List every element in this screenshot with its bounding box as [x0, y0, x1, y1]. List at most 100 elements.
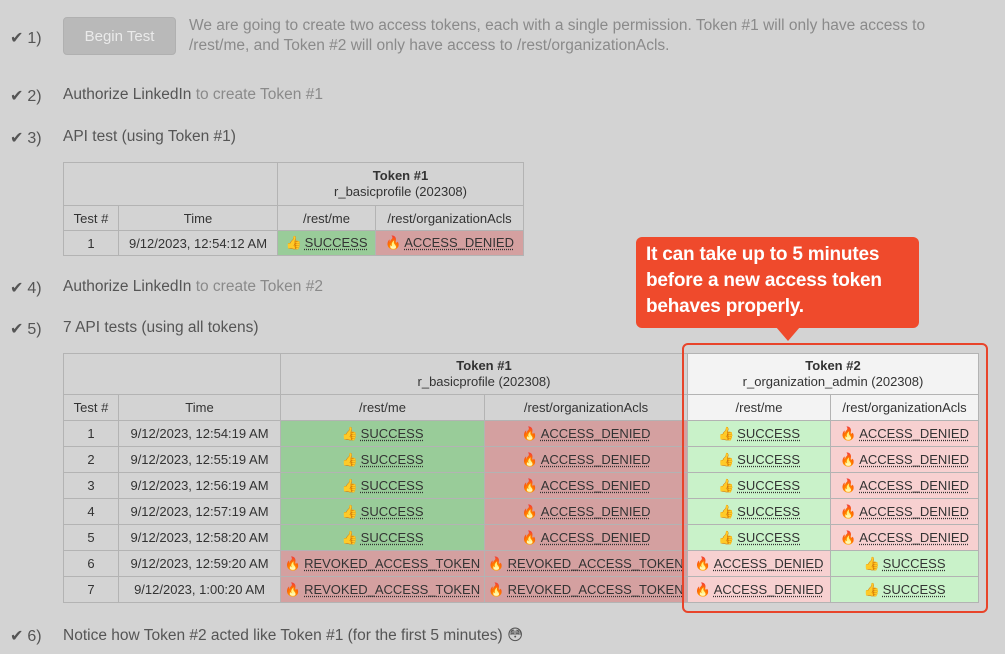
test-num-header: Test # — [63, 205, 119, 231]
status-text: ACCESS_DENIED — [859, 529, 969, 545]
authorize-linkedin-link[interactable]: Authorize LinkedIn — [63, 278, 191, 295]
test-time: 9/12/2023, 12:55:19 AM — [118, 446, 281, 473]
endpoint-acls-header: /rest/organizationAcls — [375, 205, 524, 231]
fire-icon: 🔥 — [840, 451, 857, 467]
time-header: Time — [118, 205, 278, 231]
status-text: SUCCESS — [360, 477, 424, 493]
status-cell: 🔥 ACCESS_DENIED — [484, 472, 688, 499]
table-row: 6 9/12/2023, 12:59:20 AM 🔥 REVOKED_ACCESS_T… — [63, 550, 979, 577]
thumbs-up-icon: 👍 — [717, 503, 735, 519]
thumbs-up-icon: 👍 — [285, 235, 302, 250]
status-text: SUCCESS — [737, 529, 801, 545]
status-text: SUCCESS — [882, 581, 946, 597]
fire-icon: 🔥 — [521, 503, 538, 519]
step-title: Notice how Token #2 acted like Token #1 … — [63, 627, 524, 644]
status-cell: 👍 SUCCESS — [687, 472, 831, 499]
status-cell: 🔥 ACCESS_DENIED — [830, 420, 979, 447]
status-text: SUCCESS — [737, 477, 801, 493]
checkmark-icon: ✔ — [10, 130, 24, 147]
status-cell: 🔥 ACCESS_DENIED — [830, 498, 979, 525]
test-time: 9/12/2023, 1:00:20 AM — [118, 576, 281, 603]
fire-icon: 🔥 — [488, 555, 505, 571]
status-text: ACCESS_DENIED — [404, 235, 514, 250]
status-text: ACCESS_DENIED — [713, 581, 824, 597]
status-text: ACCESS_DENIED — [859, 503, 969, 519]
thumbs-up-icon: 👍 — [341, 451, 358, 467]
table-row: 4 9/12/2023, 12:57:19 AM 👍 SUCCESS 🔥 ACCESS_D… — [63, 498, 979, 525]
test-number: 1 — [63, 420, 119, 447]
status-text: ACCESS_DENIED — [859, 477, 969, 493]
status-text: SUCCESS — [737, 503, 801, 519]
table-row: 2 9/12/2023, 12:55:19 AM 👍 SUCCESS 🔥 ACCESS_D… — [63, 446, 979, 473]
step-number: ✔ 6) — [10, 628, 42, 645]
endpoint-acls-header: /rest/organizationAcls — [484, 394, 688, 421]
status-cell: 👍 SUCCESS — [280, 420, 485, 447]
status-cell: 🔥 ACCESS_DENIED — [830, 524, 979, 551]
time-header: Time — [118, 394, 281, 421]
fire-icon: 🔥 — [840, 477, 857, 493]
status-text: ACCESS_DENIED — [540, 503, 651, 519]
test-time: 9/12/2023, 12:56:19 AM — [118, 472, 281, 499]
table-row: 7 9/12/2023, 1:00:20 AM 🔥 REVOKED_ACCESS_TO… — [63, 576, 979, 603]
status-text: SUCCESS — [360, 451, 424, 467]
step-title: API test (using Token #1) — [63, 128, 236, 145]
status-cell: 👍 SUCCESS — [280, 446, 485, 473]
authorize-linkedin-link[interactable]: Authorize LinkedIn — [63, 86, 191, 103]
status-cell: 🔥 ACCESS_DENIED — [830, 472, 979, 499]
table-row: 5 9/12/2023, 12:58:20 AM 👍 SUCCESS 🔥 ACCESS_D… — [63, 524, 979, 551]
fire-icon: 🔥 — [488, 581, 505, 597]
fire-icon: 🔥 — [840, 529, 857, 545]
status-text: ACCESS_DENIED — [540, 451, 651, 467]
callout-pointer — [776, 327, 800, 341]
step-title: Authorize LinkedIn to create Token #1 — [63, 86, 323, 103]
status-text: SUCCESS — [304, 235, 368, 250]
test-time: 9/12/2023, 12:59:20 AM — [118, 550, 281, 577]
thumbs-up-icon: 👍 — [341, 503, 358, 519]
thumbs-up-icon: 👍 — [341, 529, 358, 545]
token1-header: Token #1 r_basicprofile (202308) — [280, 353, 688, 395]
status-cell: 🔥 ACCESS_DENIED — [375, 230, 524, 256]
test-number: 5 — [63, 524, 119, 551]
fire-icon: 🔥 — [521, 477, 538, 493]
status-text: SUCCESS — [360, 529, 424, 545]
status-text: ACCESS_DENIED — [859, 451, 969, 467]
status-cell: 👍 SUCCESS — [830, 576, 979, 603]
checkmark-icon: ✔ — [10, 30, 24, 47]
step-number: ✔ 3) — [10, 130, 42, 147]
test-number: 7 — [63, 576, 119, 603]
status-text: SUCCESS — [882, 555, 946, 571]
status-cell: 🔥 REVOKED_ACCESS_TOKEN — [484, 576, 688, 603]
fire-icon: 🔥 — [521, 529, 538, 545]
step-number: ✔ 2) — [10, 88, 42, 105]
thumbs-up-icon: 👍 — [863, 555, 880, 571]
begin-test-button[interactable]: Begin Test — [63, 17, 176, 55]
status-cell: 👍 SUCCESS — [277, 230, 376, 256]
thumbs-up-icon: 👍 — [717, 425, 735, 441]
status-cell: 🔥 REVOKED_ACCESS_TOKEN — [484, 550, 688, 577]
status-cell: 👍 SUCCESS — [280, 524, 485, 551]
checkmark-icon: ✔ — [10, 88, 24, 105]
test-time: 9/12/2023, 12:57:19 AM — [118, 498, 281, 525]
test-number: 4 — [63, 498, 119, 525]
status-cell: 👍 SUCCESS — [687, 446, 831, 473]
status-text: REVOKED_ACCESS_TOKEN — [304, 581, 481, 597]
status-text: SUCCESS — [737, 425, 801, 441]
test-number: 1 — [63, 230, 119, 256]
table-row: 1 9/12/2023, 12:54:12 AM 👍 SUCCESS 🔥 ACCESS_D… — [63, 230, 524, 256]
fire-icon: 🔥 — [694, 555, 711, 571]
table-row: 3 9/12/2023, 12:56:19 AM 👍 SUCCESS 🔥 ACCESS_D… — [63, 472, 979, 499]
fire-icon: 🔥 — [385, 235, 402, 250]
status-cell: 👍 SUCCESS — [280, 498, 485, 525]
checkmark-icon: ✔ — [10, 628, 24, 645]
thumbs-up-icon: 👍 — [341, 477, 358, 493]
endpoint-me-header: /rest/me — [277, 205, 376, 231]
thumbs-up-icon: 👍 — [717, 451, 735, 467]
test-time: 9/12/2023, 12:54:12 AM — [118, 230, 278, 256]
thumbs-up-icon: 👍 — [341, 425, 358, 441]
status-cell: 🔥 ACCESS_DENIED — [687, 550, 831, 577]
test-number: 6 — [63, 550, 119, 577]
status-text: REVOKED_ACCESS_TOKEN — [507, 555, 684, 571]
status-text: ACCESS_DENIED — [540, 529, 651, 545]
endpoint-acls-header: /rest/organizationAcls — [830, 394, 979, 421]
callout-note: It can take up to 5 minutes before a new… — [636, 237, 919, 328]
